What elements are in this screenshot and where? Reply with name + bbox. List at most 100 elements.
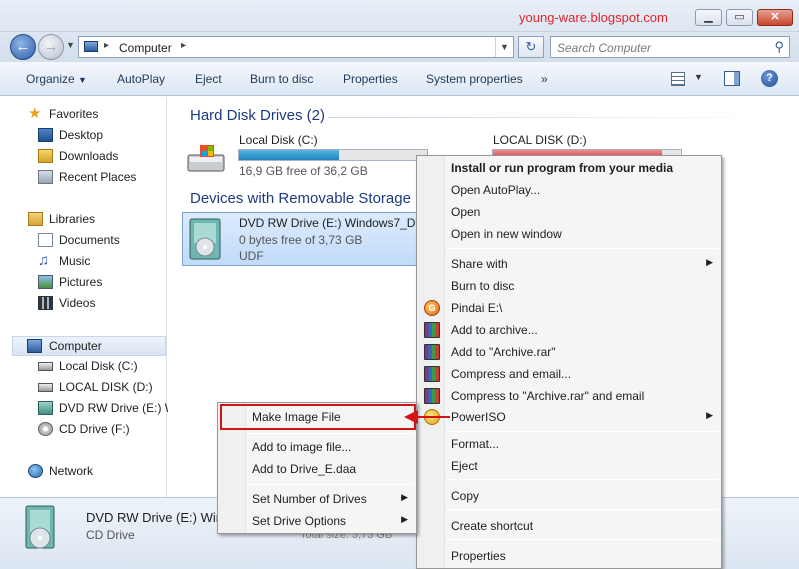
title-bar: young-ware.blogspot.com ▁ ▭ ✕: [0, 0, 799, 32]
submenu-arrow-icon: ▶: [401, 514, 408, 524]
drive-c-free-space: 16,9 GB free of 36,2 GB: [239, 164, 368, 178]
menu-separator: [447, 509, 719, 510]
hard-disk-icon: [38, 383, 53, 392]
nav-network-label: Network: [49, 464, 94, 478]
search-placeholder: Search Computer: [557, 41, 652, 55]
winrar-icon: [424, 366, 440, 382]
address-bar[interactable]: ▸ Computer ▸ ▼: [78, 36, 514, 58]
search-icon[interactable]: ⚲: [774, 39, 784, 55]
nav-computer[interactable]: Computer: [12, 336, 166, 356]
drive-c-name[interactable]: Local Disk (C:): [239, 133, 318, 147]
menu-label: Add to archive...: [451, 323, 538, 337]
libraries-icon: [28, 212, 43, 226]
breadcrumb-separator[interactable]: ▸: [104, 40, 109, 51]
menu-label: Open in new window: [451, 227, 562, 241]
computer-icon: [27, 339, 42, 353]
minimize-button[interactable]: ▁: [695, 9, 722, 26]
drive-d-name[interactable]: LOCAL DISK (D:): [493, 133, 587, 147]
refresh-icon: ↻: [525, 39, 537, 54]
address-row: ← → ▼ ▸ Computer ▸ ▼ ↻ Search Computer ⚲: [0, 32, 799, 62]
eject-button[interactable]: Eject: [195, 72, 222, 86]
menu-item-copy[interactable]: Copy: [419, 485, 719, 507]
menu-label: Burn to disc: [451, 279, 515, 293]
autoplay-button[interactable]: AutoPlay: [117, 72, 165, 86]
menu-label: Compress to "Archive.rar" and email: [451, 389, 645, 403]
menu-item-eject[interactable]: Eject: [419, 455, 719, 477]
menu-item-add-to-archive[interactable]: Add to archive...: [419, 319, 719, 341]
view-options-dropdown[interactable]: ▼: [694, 72, 703, 82]
menu-item-create-shortcut[interactable]: Create shortcut: [419, 515, 719, 537]
menu-item-properties[interactable]: Properties: [419, 545, 719, 567]
menu-item-set-number-of-drives[interactable]: Set Number of Drives ▶: [220, 488, 414, 510]
close-button[interactable]: ✕: [757, 9, 793, 26]
drive-context-menu: Install or run program from your media O…: [416, 155, 722, 569]
nav-music-label: Music: [59, 254, 91, 268]
group-divider: [328, 117, 788, 118]
dvd-drive-icon: [186, 217, 228, 263]
burn-to-disc-button[interactable]: Burn to disc: [250, 72, 313, 86]
menu-item-add-to-drive-e-daa[interactable]: Add to Drive_E.daa: [220, 458, 414, 480]
menu-label: Format...: [451, 437, 500, 451]
menu-separator: [248, 484, 414, 485]
organize-button[interactable]: Organize ▼: [26, 72, 87, 86]
nav-dvd-e-label: DVD RW Drive (E:) W: [59, 401, 177, 415]
change-view-icon[interactable]: [671, 72, 685, 86]
nav-cd-f-label: CD Drive (F:): [59, 422, 130, 436]
group-hard-disk-drives[interactable]: Hard Disk Drives (2): [190, 107, 325, 124]
menu-label: Set Drive Options: [252, 514, 347, 528]
menu-label: Install or run program from your media: [451, 161, 674, 175]
recent-pages-dropdown[interactable]: ▼: [66, 40, 75, 50]
nav-computer-label: Computer: [49, 339, 102, 353]
nav-videos-label: Videos: [59, 296, 96, 310]
menu-item-add-to-image-file[interactable]: Add to image file...: [220, 436, 414, 458]
menu-item-add-to-archive-rar[interactable]: Add to "Archive.rar": [419, 341, 719, 363]
preview-pane-icon[interactable]: [724, 71, 740, 86]
winrar-icon: [424, 388, 440, 404]
menu-item-set-drive-options[interactable]: Set Drive Options ▶: [220, 510, 414, 532]
callout-arrow: [416, 416, 450, 418]
breadcrumb-separator[interactable]: ▸: [181, 40, 186, 51]
help-icon[interactable]: ?: [761, 70, 778, 87]
dvd-drive-icon: [38, 401, 53, 415]
back-button[interactable]: ←: [10, 34, 36, 60]
address-dropdown-button[interactable]: ▼: [495, 37, 513, 57]
breadcrumb-computer[interactable]: Computer: [119, 41, 172, 55]
nav-pictures-label: Pictures: [59, 275, 103, 289]
menu-separator: [447, 248, 719, 249]
system-properties-button[interactable]: System properties: [426, 72, 523, 86]
group-removable-storage[interactable]: Devices with Removable Storage (: [190, 190, 420, 207]
forward-button[interactable]: →: [38, 34, 64, 60]
submenu-arrow-icon: ▶: [706, 257, 713, 267]
menu-item-burn-to-disc[interactable]: Burn to disc: [419, 275, 719, 297]
drive-e-name[interactable]: DVD RW Drive (E:) Windows7_DVD: [239, 216, 432, 230]
menu-item-open[interactable]: Open: [419, 201, 719, 223]
search-input[interactable]: Search Computer ⚲: [550, 36, 790, 58]
menu-item-format[interactable]: Format...: [419, 433, 719, 455]
nav-recent-label: Recent Places: [59, 170, 137, 184]
network-icon: [28, 464, 43, 478]
menu-label: Eject: [451, 459, 478, 473]
menu-item-compress-to-rar-and-email[interactable]: Compress to "Archive.rar" and email: [419, 385, 719, 407]
drive-c-usage-bar: [238, 149, 428, 161]
refresh-button[interactable]: ↻: [518, 36, 544, 58]
watermark: young-ware.blogspot.com: [519, 10, 668, 25]
hard-disk-icon: [38, 362, 53, 371]
submenu-arrow-icon: ▶: [401, 492, 408, 502]
menu-item-share-with[interactable]: Share with ▶: [419, 253, 719, 275]
menu-item-open-autoplay[interactable]: Open AutoPlay...: [419, 179, 719, 201]
more-commands-button[interactable]: »: [541, 72, 548, 86]
properties-button[interactable]: Properties: [343, 72, 398, 86]
menu-item-install-or-run[interactable]: Install or run program from your media: [419, 157, 719, 179]
menu-item-open-new-window[interactable]: Open in new window: [419, 223, 719, 245]
nav-local-d-label: LOCAL DISK (D:): [59, 380, 153, 394]
close-icon: ✕: [770, 11, 780, 23]
downloads-icon: [38, 149, 53, 163]
menu-item-poweriso[interactable]: PowerISO ▶: [419, 406, 719, 428]
desktop-icon: [38, 128, 53, 142]
menu-label: Create shortcut: [451, 519, 534, 533]
drive-e-free-space: 0 bytes free of 3,73 GB: [239, 233, 363, 247]
menu-item-pindai[interactable]: G Pindai E:\: [419, 297, 719, 319]
menu-item-compress-and-email[interactable]: Compress and email...: [419, 363, 719, 385]
winrar-icon: [424, 344, 440, 360]
maximize-button[interactable]: ▭: [726, 9, 753, 26]
